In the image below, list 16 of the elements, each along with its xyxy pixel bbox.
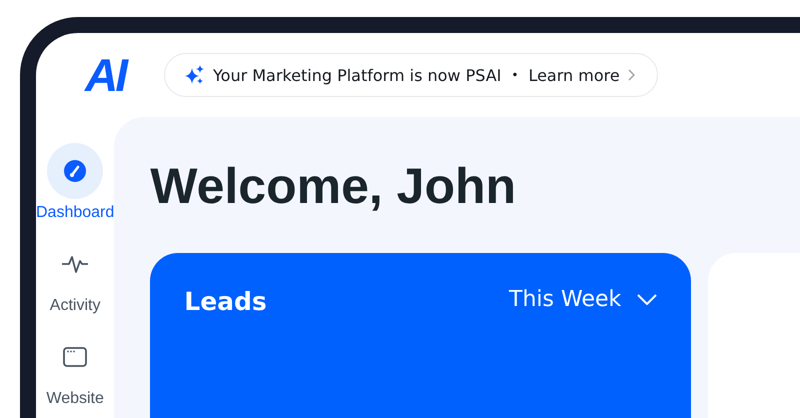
card-title: Leads <box>184 287 267 316</box>
banner-text: Your Marketing Platform is now PSAI <box>213 66 502 84</box>
sparkle-icon <box>185 65 205 85</box>
browser-window-icon <box>63 346 88 368</box>
period-dropdown[interactable]: This Week <box>509 287 658 312</box>
chevron-down-icon <box>637 294 658 305</box>
sidebar-item[interactable]: Activity <box>47 236 104 315</box>
separator-dot: • <box>511 68 518 82</box>
welcome-heading: Welcome, John <box>150 157 518 216</box>
gauge-icon <box>63 159 88 183</box>
announcement-banner[interactable]: Your Marketing Platform is now PSAI • Learn more <box>164 53 658 97</box>
pulse-icon <box>61 253 90 275</box>
learn-more-link[interactable]: Learn more <box>528 66 620 84</box>
chevron-right-icon <box>628 69 635 81</box>
sidebar-item[interactable]: Website <box>46 329 104 408</box>
logo: AI <box>85 52 128 98</box>
